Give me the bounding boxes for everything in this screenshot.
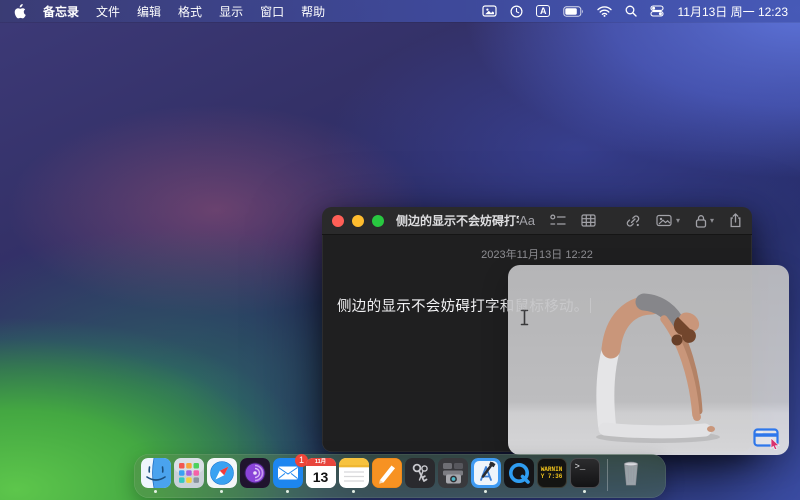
lock-button[interactable]: ▾ — [695, 214, 714, 228]
menu-bar-clock[interactable]: 11月13日 周一 12:23 — [677, 3, 788, 20]
dock-pages[interactable] — [371, 458, 402, 493]
checklist-button[interactable] — [550, 214, 566, 227]
dock-mail[interactable]: 1 — [272, 458, 303, 493]
media-button[interactable]: ▾ — [656, 214, 680, 227]
note-timestamp: 2023年11月13日 12:22 — [337, 246, 737, 262]
finder-icon — [141, 458, 171, 488]
wifi-icon[interactable] — [597, 6, 612, 17]
window-title: 侧边的显示不会妨碍打字和鼠标... — [396, 212, 519, 229]
quicktime-player-icon — [504, 458, 534, 488]
battery-icon[interactable] — [563, 6, 584, 17]
dock-calendar[interactable]: 11月 13 — [305, 458, 336, 493]
traffic-lights — [332, 215, 384, 227]
chevron-down-icon: ▾ — [710, 216, 714, 225]
screen-mirroring-icon[interactable] — [482, 5, 497, 17]
safari-icon — [207, 458, 237, 488]
menu-app-name[interactable]: 备忘录 — [43, 3, 79, 20]
dock-keychain-access[interactable] — [404, 458, 435, 493]
menu-edit[interactable]: 编辑 — [137, 3, 161, 20]
dock-camera-utility[interactable] — [437, 458, 468, 493]
dock-divider — [607, 459, 608, 491]
keychain-access-icon — [405, 458, 435, 488]
bring-to-front-indicator[interactable] — [753, 428, 781, 450]
minimize-button[interactable] — [352, 215, 364, 227]
terminal-icon: >_ — [570, 458, 600, 488]
dock-trash[interactable] — [615, 458, 646, 493]
camera-utility-icon — [438, 458, 468, 488]
menu-file[interactable]: 文件 — [96, 3, 120, 20]
calendar-icon: 11月 13 — [306, 458, 336, 488]
window-titlebar[interactable]: 侧边的显示不会妨碍打字和鼠标... Aa ▾ ▾ — [322, 207, 752, 235]
apple-icon — [13, 4, 26, 19]
dock-quicktime-player[interactable] — [503, 458, 534, 493]
dock-xcode[interactable] — [470, 458, 501, 493]
zoom-button[interactable] — [372, 215, 384, 227]
chevron-down-icon: ▾ — [676, 216, 680, 225]
xcode-icon — [471, 458, 501, 488]
desktop: 备忘录 文件 编辑 格式 显示 窗口 帮助 A — [0, 0, 800, 500]
i-beam-cursor — [520, 309, 529, 326]
control-center-icon[interactable] — [650, 5, 664, 17]
yoga-pose-image — [508, 265, 789, 455]
menu-bar: 备忘录 文件 编辑 格式 显示 窗口 帮助 A — [0, 0, 800, 22]
share-button[interactable] — [729, 213, 742, 228]
dock-finder[interactable] — [140, 458, 171, 493]
link-button[interactable] — [625, 214, 641, 228]
menu-format[interactable]: 格式 — [178, 3, 202, 20]
format-button[interactable]: Aa — [519, 213, 535, 228]
trash-icon — [616, 458, 646, 488]
close-button[interactable] — [332, 215, 344, 227]
apple-menu[interactable] — [13, 4, 26, 19]
launchpad-icon — [174, 458, 204, 488]
notes-icon — [339, 458, 369, 488]
status-app-icon: WARNIN Y 7:36 — [537, 458, 567, 488]
dock-tor-browser[interactable] — [239, 458, 270, 493]
dock-terminal[interactable]: >_ — [569, 458, 600, 493]
clock-icon[interactable] — [510, 5, 523, 18]
table-button[interactable] — [581, 214, 596, 227]
tor-browser-icon — [240, 458, 270, 488]
menu-view[interactable]: 显示 — [219, 3, 243, 20]
menu-help[interactable]: 帮助 — [301, 3, 325, 20]
dock-notes[interactable] — [338, 458, 369, 493]
dock-launchpad[interactable] — [173, 458, 204, 493]
menu-window[interactable]: 窗口 — [260, 3, 284, 20]
dock-safari[interactable] — [206, 458, 237, 493]
input-source-icon[interactable]: A — [536, 5, 551, 17]
pages-icon — [372, 458, 402, 488]
floating-image-panel[interactable] — [508, 265, 789, 455]
dock: 1 11月 13 — [134, 454, 666, 498]
spotlight-icon[interactable] — [625, 5, 637, 17]
dock-status-app[interactable]: WARNIN Y 7:36 — [536, 458, 567, 493]
